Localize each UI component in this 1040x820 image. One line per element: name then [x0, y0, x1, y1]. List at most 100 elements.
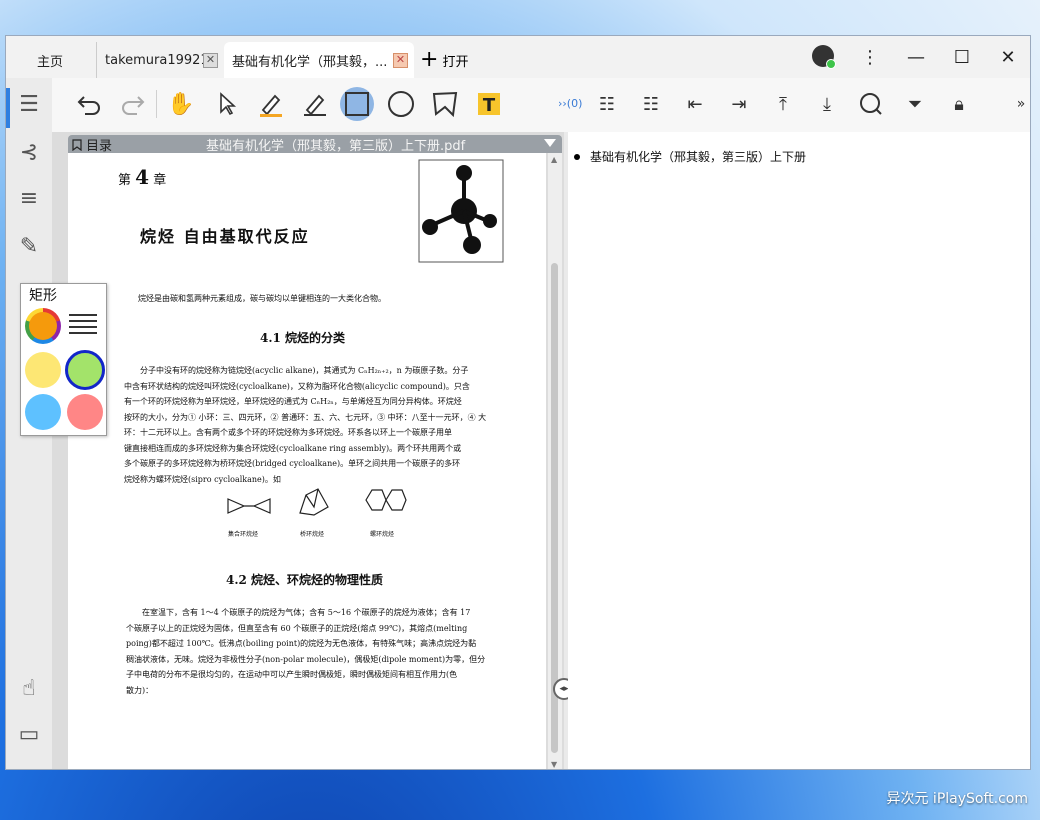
link-count[interactable]: ››(0) — [558, 97, 582, 110]
body-line: 个碳原子以上的正烷烃为固体，但直至含有 60 个碳原子的正烷烃(熔点 99℃)，… — [126, 623, 468, 633]
pen-icon[interactable] — [298, 87, 332, 121]
ring-assembly-structure — [227, 498, 271, 514]
pdf-filename: 基础有机化学（邢其毅，第三版）上下册.pdf — [206, 139, 466, 154]
move-down-icon[interactable]: ⤓ — [810, 87, 844, 121]
section-4-1-body: 分子中没有环的烷烃称为链烷烃(acyclic alkane)，其通式为 CₙH₂… — [124, 363, 514, 487]
user-avatar-icon[interactable] — [812, 45, 836, 69]
more-icon[interactable]: ⋯ — [16, 768, 42, 769]
chapter-heading: 第 4 章 — [118, 165, 166, 189]
add-child-node-icon[interactable]: ☷ — [590, 87, 624, 121]
body-line: 多个碳原子的多环烷烃称为桥环烷烃(bridged cycloalkane)。单环… — [124, 459, 461, 468]
body-line: 子中电荷的分布不是很均匀的，在运动中可以产生瞬时偶极矩，瞬时偶极矩间有相互作用力… — [126, 670, 458, 679]
bookmark-icon — [72, 138, 82, 151]
tab-organic-chemistry-label: 基础有机化学（邢其毅，... — [232, 54, 388, 70]
move-up-icon[interactable]: ⤒ — [766, 87, 800, 121]
list-view-icon[interactable]: ≡ — [16, 186, 42, 212]
chapter-number: 4 — [135, 165, 150, 189]
pdf-viewer: 目录 基础有机化学（邢其毅，第三版）上下册.pdf 第 4 章 烷烃 自由基取代… — [52, 132, 564, 769]
color-blue[interactable] — [25, 394, 61, 430]
ellipse-tool-icon[interactable] — [384, 87, 418, 121]
chapter-intro: 烷烃是由碳和氢两种元素组成，碳与碳均以单键相连的一大类化合物。 — [138, 294, 386, 303]
outline-list-icon[interactable]: ☰ — [16, 92, 42, 118]
outline-root-item[interactable]: 基础有机化学（邢其毅，第三版）上下册 — [590, 148, 806, 165]
hand-touch-icon[interactable]: ☝ — [16, 676, 42, 702]
watermark: 异次元 iPlaySoft.com — [886, 791, 1028, 807]
pdf-scrollbar[interactable]: ▲ ▼ — [548, 153, 562, 769]
fig-label: 桥环烷烃 — [300, 531, 325, 538]
text-tool-icon[interactable]: T — [472, 87, 506, 121]
fig-label: 集合环烷烃 — [228, 531, 259, 538]
svg-text:T: T — [483, 95, 496, 116]
molecule-illustration — [418, 159, 504, 263]
body-line: 按环的大小，分为① 小环：三、四元环，② 普通环：五、六、七元环，③ 中环：八至… — [124, 412, 487, 422]
color-wheel-icon[interactable] — [25, 308, 61, 344]
plus-icon: + — [420, 47, 439, 72]
line-style-icon[interactable] — [69, 314, 97, 338]
bullet-icon — [574, 154, 580, 160]
scroll-up-icon[interactable]: ▲ — [551, 155, 557, 164]
spiro-structure — [365, 489, 407, 511]
rectangle-tool-icon[interactable] — [340, 87, 374, 121]
search-icon[interactable] — [854, 87, 888, 121]
chapter-prefix: 第 — [118, 173, 132, 188]
pdf-page[interactable]: 第 4 章 烷烃 自由基取代反应 烷烃是由碳和氢两种元素组成，碳与碳均以单键相连… — [68, 153, 546, 769]
tab-home-label: 主页 — [36, 54, 63, 70]
body-line: 键直接相连而成的多环烷烃称为集合环烷烃(cycloalkane ring ass… — [124, 443, 462, 453]
pdf-header: 目录 基础有机化学（邢其毅，第三版）上下册.pdf — [68, 135, 562, 154]
section-4-1-title: 4.1 烷烃的分类 — [260, 331, 346, 345]
color-yellow[interactable] — [25, 352, 61, 388]
chapter-title: 烷烃 自由基取代反应 — [140, 227, 310, 246]
tab-home[interactable]: 主页 — [6, 42, 94, 78]
body-line: 有一个环的环烷烃称为单环烷烃，单环烷烃的通式为 CₙH₂ₙ，与单烯烃互为同分异构… — [124, 397, 462, 406]
color-green[interactable] — [65, 350, 105, 390]
fig-label: 螺环烷烃 — [370, 531, 395, 538]
bridged-structure — [299, 488, 329, 516]
minimize-icon[interactable]: — — [894, 36, 938, 78]
more-menu-icon[interactable]: ⋮ — [848, 36, 892, 78]
open-button-label: 打开 — [442, 54, 469, 70]
indent-icon[interactable]: ⇥ — [722, 87, 756, 121]
toc-button[interactable]: 目录 — [72, 135, 112, 154]
close-icon[interactable]: ✕ — [393, 52, 408, 68]
tab-takemura-label: takemura19921 — [105, 52, 209, 68]
window-close-icon[interactable]: ✕ — [986, 36, 1030, 78]
color-red[interactable] — [67, 394, 103, 430]
redo-icon[interactable] — [116, 87, 150, 121]
delete-node-icon[interactable]: ☷ — [634, 87, 668, 121]
overflow-chevron-icon[interactable]: » — [1012, 87, 1030, 121]
dropdown-chevron-icon[interactable] — [544, 139, 556, 147]
app-window: 主页 takemura19921 ✕ 基础有机化学（邢其毅，... ✕ + 打开… — [5, 35, 1031, 770]
popup-title: 矩形 — [29, 288, 57, 304]
outdent-icon[interactable]: ⇤ — [678, 87, 712, 121]
toc-label: 目录 — [86, 139, 113, 154]
lock-icon[interactable]: 🔒︎ — [942, 87, 976, 121]
mindmap-icon[interactable]: ⊰ — [16, 140, 42, 166]
polygon-tool-icon[interactable] — [428, 87, 462, 121]
rectangle-style-popup: 矩形 — [20, 283, 107, 436]
book-icon[interactable]: ▭ — [16, 722, 42, 748]
body-line: 分子中没有环的烷烃称为链烷烃(acyclic alkane)，其通式为 CₙH₂… — [140, 366, 469, 375]
hand-pan-icon[interactable]: ✋ — [164, 87, 198, 121]
open-button[interactable]: + 打开 — [420, 42, 468, 78]
body-line: 环：十二元环以上。含有两个或多个环的环烷烃称为多环烷烃。环系各以环上一个碳原子用… — [124, 428, 452, 437]
scroll-down-icon[interactable]: ▼ — [551, 760, 557, 769]
section-4-2-title: 4.2 烷烃、环烷烃的物理性质 — [226, 573, 384, 587]
feather-icon[interactable]: ✎ — [16, 234, 42, 260]
outline-pane: 基础有机化学（邢其毅，第三版）上下册 — [568, 132, 1030, 769]
active-indicator — [6, 88, 10, 128]
tab-bar: 主页 takemura19921 ✕ 基础有机化学（邢其毅，... ✕ + 打开… — [6, 36, 1030, 78]
tab-takemura[interactable]: takemura19921 ✕ — [96, 42, 224, 78]
body-line: 中含有环状结构的烷烃叫环烷烃(cycloalkane)，又称为脂环化合物(ali… — [124, 381, 470, 391]
body-line: 散力)： — [126, 685, 154, 695]
close-icon[interactable]: ✕ — [203, 52, 218, 68]
tab-organic-chemistry[interactable]: 基础有机化学（邢其毅，... ✕ — [224, 42, 414, 78]
body-line: 稠油状液体，无味。烷烃为非极性分子(non-polar molecule)，偶极… — [126, 654, 486, 664]
filter-icon[interactable]: ⏷ — [898, 87, 932, 121]
body-line: 在室温下，含有 1～4 个碳原子的烷烃为气体；含有 5～16 个碳原子的烷烃为液… — [142, 608, 471, 617]
select-arrow-icon[interactable] — [210, 87, 244, 121]
highlighter-icon[interactable] — [254, 87, 288, 121]
undo-icon[interactable] — [72, 87, 106, 121]
chapter-suffix: 章 — [153, 173, 167, 188]
toolbar-separator — [156, 90, 157, 118]
maximize-icon[interactable]: ☐ — [940, 36, 984, 78]
